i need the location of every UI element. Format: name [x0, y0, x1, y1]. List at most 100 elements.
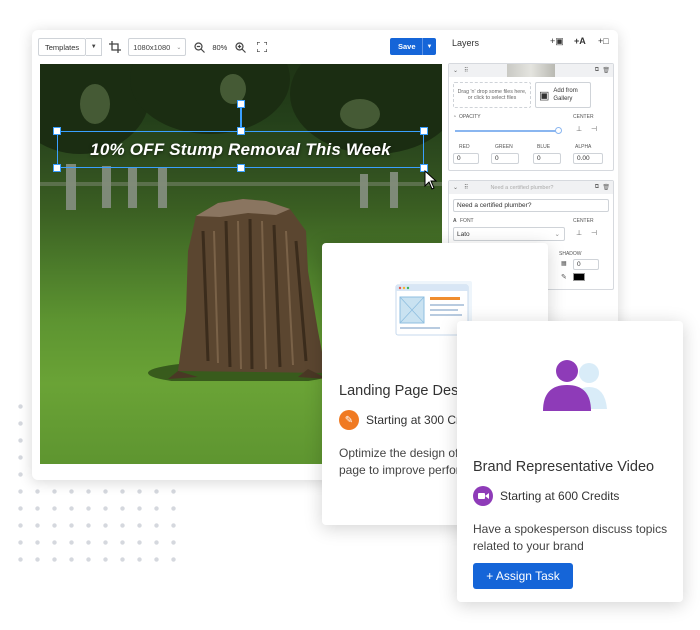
collapse-icon[interactable]: ⌄ [453, 184, 458, 191]
gallery-icon: ▣ [539, 89, 550, 102]
assign-task-button[interactable]: + Assign Task [473, 563, 573, 589]
background-light [80, 84, 110, 124]
shadow-input[interactable]: 0 [573, 259, 599, 270]
landing-card-title: Landing Page Des [339, 383, 459, 399]
brand-representative-video-card[interactable]: Brand Representative Video Starting at 6… [457, 321, 683, 602]
opacity-slider-knob[interactable] [555, 127, 562, 134]
gallery-label: Add from Gallery [553, 88, 578, 102]
save-dropdown-icon[interactable]: ▼ [422, 38, 436, 55]
fence-pillar [102, 166, 111, 208]
templates-button[interactable]: Templates [38, 38, 87, 56]
headline-text: 10% OFF Stump Removal This Week [90, 139, 391, 159]
layers-title: Layers [452, 38, 480, 48]
crop-icon[interactable] [106, 38, 124, 56]
trash-icon[interactable]: 🗑 [602, 67, 610, 74]
fence-pillar [128, 168, 137, 208]
shadow-color-swatch[interactable] [573, 273, 585, 281]
center-label: CENTER [573, 218, 594, 224]
fence-pillar [360, 174, 368, 208]
file-dropzone[interactable]: Drag 'n' drop some files here, or click … [453, 82, 531, 108]
brand-credits-text: Starting at 600 Credits [500, 489, 620, 503]
collapse-icon[interactable]: ⌄ [453, 67, 458, 74]
rotate-handle[interactable] [237, 100, 245, 108]
forest-shape [130, 64, 290, 134]
alpha-input[interactable]: 0.00 [573, 153, 603, 164]
stage: Templates ▼ 1080x1080 ⌄ 80% Save ▼ 10% O… [0, 0, 700, 630]
layer-bar-text: Need a certified plumber? [490, 184, 554, 191]
center-horizontal-icon[interactable]: ⊣ [591, 125, 597, 133]
blue-label: BLUE [537, 144, 551, 150]
center-horizontal-icon[interactable]: ⊣ [591, 229, 597, 237]
paintbrush-icon: ✎ [339, 410, 359, 430]
drag-handle-icon[interactable]: ⠿ [464, 184, 468, 191]
resize-handle-top-right[interactable] [420, 127, 428, 135]
layer-bar[interactable]: ⌄ ⠿ ⧉ 🗑 [449, 64, 613, 77]
image-layer-card: ⌄ ⠿ ⧉ 🗑 Drag 'n' drop some files here, o… [448, 63, 614, 171]
font-select[interactable]: Lato ⌄ [453, 227, 565, 241]
opacity-label: OPACITY [459, 114, 481, 120]
add-shape-layer-icon[interactable]: +□ [598, 36, 609, 46]
trash-icon[interactable]: 🗑 [602, 184, 610, 191]
resize-handle-top-center[interactable] [237, 127, 245, 135]
editor-toolbar: Templates ▼ 1080x1080 ⌄ 80% [32, 30, 442, 64]
font-select-value: Lato [457, 230, 470, 238]
people-icon [543, 360, 607, 411]
zoom-level: 80% [212, 42, 228, 52]
alpha-label: ALPHA [575, 144, 592, 150]
font-label: FONT [460, 218, 474, 224]
shadow-label: SHADOW [559, 251, 582, 257]
fullscreen-icon[interactable] [253, 38, 271, 56]
shadow-blur-icon: ▦ [561, 261, 567, 267]
landing-description-line: Optimize the design of [339, 446, 459, 460]
resize-handle-top-left[interactable] [53, 127, 61, 135]
add-image-layer-icon[interactable]: +▣ [550, 36, 564, 47]
tree-stump-image [148, 199, 328, 381]
brand-card-title: Brand Representative Video [473, 459, 655, 475]
green-input[interactable]: 0 [491, 153, 519, 164]
red-input[interactable]: 0 [453, 153, 479, 164]
center-vertical-icon[interactable]: ⊥ [576, 125, 582, 133]
center-label: CENTER [573, 114, 594, 120]
chevron-down-icon: ⌄ [554, 231, 560, 238]
dropzone-text: Drag 'n' drop some files here, or click … [457, 88, 527, 102]
layer-bar[interactable]: ⌄ ⠿ Need a certified plumber? ⧉ 🗑 [449, 181, 613, 194]
add-text-layer-icon[interactable]: +A [574, 36, 586, 46]
text-content-input[interactable]: Need a certified plumber? [453, 199, 609, 212]
save-button[interactable]: Save ▼ [390, 38, 436, 55]
opacity-slider-track[interactable] [455, 130, 559, 132]
landing-credits-text: Starting at 300 Cr [366, 413, 461, 427]
brand-description-line: Have a spokesperson discuss topics [473, 522, 668, 536]
add-from-gallery-button[interactable]: ▣ Add from Gallery [535, 82, 591, 108]
layer-thumbnail [507, 64, 555, 77]
brand-description-line: related to your brand [473, 539, 584, 553]
landing-description-line: page to improve perfor [339, 463, 460, 477]
resize-handle-bottom-left[interactable] [53, 164, 61, 172]
headline-text-layer[interactable]: 10% OFF Stump Removal This Week [57, 131, 424, 168]
eyedropper-icon[interactable]: ✎ [561, 273, 567, 281]
zoom-out-icon[interactable] [190, 38, 208, 56]
drag-handle-icon[interactable]: ⠿ [464, 67, 468, 74]
canvas-size-value: 1080x1080 [133, 42, 171, 52]
landing-credits: ✎ Starting at 300 Cr [339, 410, 460, 430]
red-label: RED [459, 144, 470, 150]
brand-credits: Starting at 600 Credits [473, 486, 619, 506]
canvas-size-select[interactable]: 1080x1080 ⌄ [128, 38, 187, 56]
brand-description: Have a spokesperson discuss topics relat… [473, 521, 667, 555]
center-vertical-icon[interactable]: ⊥ [576, 229, 582, 237]
duplicate-icon[interactable]: ⧉ [595, 184, 599, 191]
templates-dropdown-icon[interactable]: ▼ [86, 38, 103, 56]
fence-rail [40, 182, 442, 186]
opacity-icon: ◔ [453, 114, 457, 120]
fence-pillar [390, 172, 398, 208]
background-light [340, 99, 380, 129]
font-icon: A [453, 218, 457, 224]
resize-handle-bottom-center[interactable] [237, 164, 245, 172]
landing-description: Optimize the design of page to improve p… [339, 445, 460, 479]
chevron-down-icon: ⌄ [176, 44, 182, 51]
blue-input[interactable]: 0 [533, 153, 561, 164]
duplicate-icon[interactable]: ⧉ [595, 67, 599, 74]
save-button-label: Save [398, 42, 416, 51]
zoom-in-icon[interactable] [231, 38, 249, 56]
mouse-cursor-icon [424, 170, 438, 190]
green-label: GREEN [495, 144, 513, 150]
